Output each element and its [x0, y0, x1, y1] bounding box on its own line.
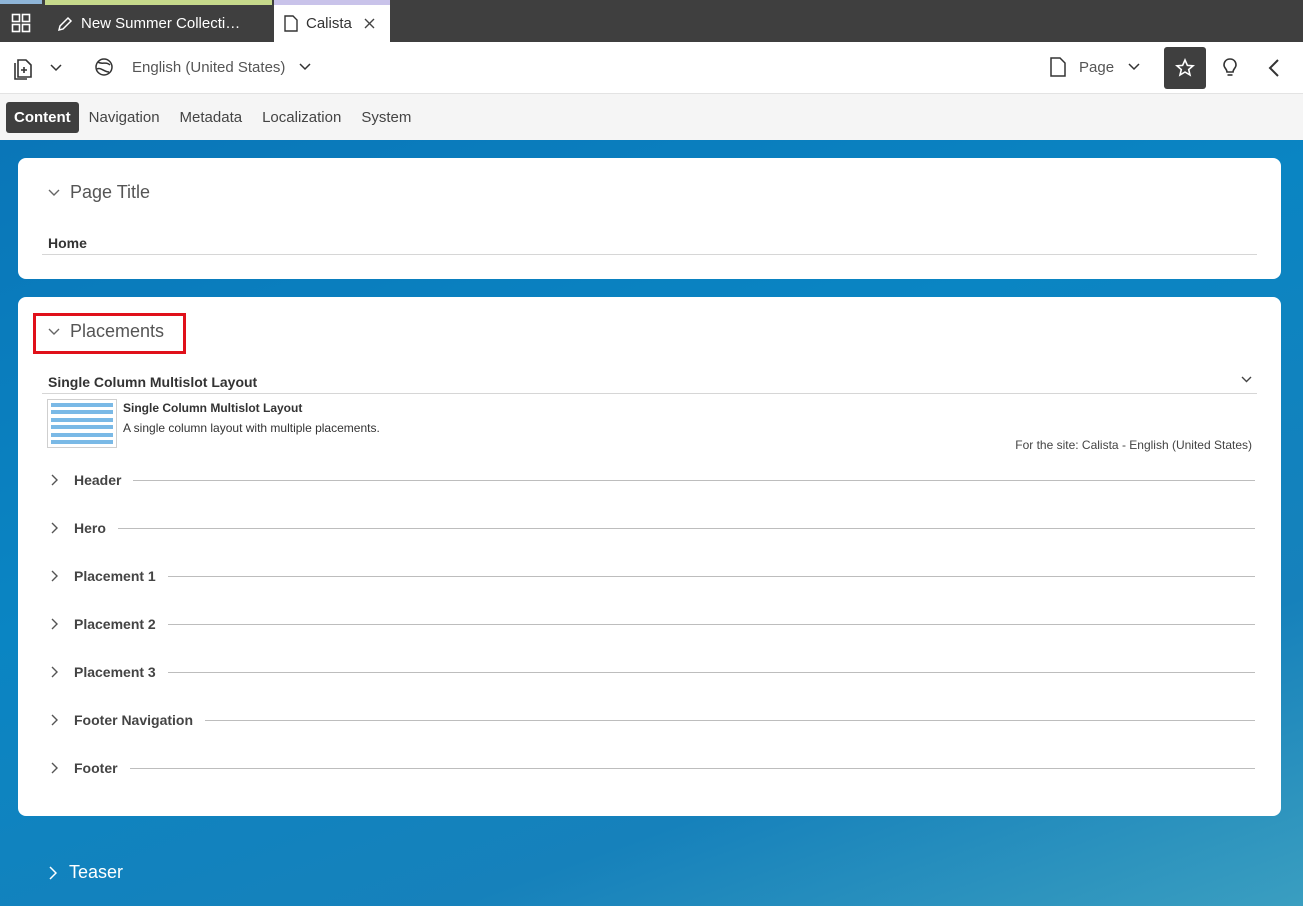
chevron-down-icon: [48, 189, 60, 197]
layout-select-chevron[interactable]: [1241, 376, 1252, 383]
layout-name: Single Column Multislot Layout: [123, 401, 303, 415]
doc-type-label: Page: [1079, 58, 1115, 76]
chevron-down-icon: [1128, 63, 1140, 71]
divider: [167, 623, 1255, 625]
placement-label: Hero: [74, 520, 106, 536]
language-selector[interactable]: English (United States): [94, 57, 311, 77]
chevron-right-icon: [50, 666, 66, 678]
page-icon: [1050, 57, 1066, 77]
page-title-section-toggle[interactable]: Page Title: [48, 182, 150, 203]
document-actions-button[interactable]: [12, 56, 62, 80]
tab-content[interactable]: Content: [6, 101, 79, 133]
section-heading: Teaser: [69, 862, 124, 882]
layout-description: A single column layout with multiple pla…: [123, 421, 380, 435]
document-icon: [284, 15, 298, 32]
placement-label: Header: [74, 472, 122, 488]
favorite-button[interactable]: [1164, 47, 1206, 89]
page-title-card: [18, 158, 1281, 279]
tab-label: Calista: [306, 15, 352, 32]
divider: [117, 527, 1255, 529]
tab-navigation[interactable]: Navigation: [79, 103, 170, 132]
placement-row-placement-3[interactable]: Placement 3: [50, 662, 1255, 682]
placement-label: Placement 1: [74, 568, 156, 584]
lightbulb-icon: [1223, 58, 1237, 76]
section-heading: Page Title: [70, 182, 151, 202]
apps-grid-button[interactable]: [0, 0, 42, 42]
placement-label: Placement 2: [74, 616, 156, 632]
document-toolbar: English (United States) Page: [0, 42, 1303, 94]
placement-row-footer[interactable]: Footer: [50, 758, 1255, 778]
divider: [42, 254, 1257, 255]
site-note: For the site: Calista - English (United …: [1015, 438, 1252, 452]
chevron-right-icon: [50, 762, 66, 774]
teaser-section-toggle[interactable]: Teaser: [48, 862, 123, 883]
tab-bar: New Summer Collecti… Calista: [0, 0, 1303, 42]
chevron-right-icon: [50, 474, 66, 486]
tab-system[interactable]: System: [351, 103, 421, 132]
chevron-down-icon: [1241, 376, 1252, 383]
placement-row-placement-2[interactable]: Placement 2: [50, 614, 1255, 634]
divider: [129, 767, 1255, 769]
collapse-panel-button[interactable]: [1268, 58, 1280, 78]
chevron-right-icon: [50, 570, 66, 582]
chevron-right-icon: [50, 618, 66, 630]
divider: [133, 479, 1255, 481]
placement-label: Footer: [74, 760, 118, 776]
placement-label: Footer Navigation: [74, 712, 194, 728]
tab-new-summer-collection[interactable]: New Summer Collecti…: [45, 0, 272, 42]
doc-type-selector[interactable]: Page: [1050, 57, 1140, 77]
divider: [167, 575, 1255, 577]
tab-localization[interactable]: Localization: [252, 103, 351, 132]
globe-icon: [95, 58, 113, 76]
document-copy-icon: [14, 59, 32, 80]
highlight-annotation: [33, 313, 186, 354]
layout-thumbnail: [47, 399, 117, 448]
placement-row-header[interactable]: Header: [50, 470, 1255, 490]
layout-select-value[interactable]: Single Column Multislot Layout: [48, 374, 257, 390]
divider: [42, 393, 1257, 394]
grid-icon: [11, 13, 31, 33]
close-icon[interactable]: [364, 18, 375, 29]
tab-metadata[interactable]: Metadata: [170, 103, 253, 132]
page-title-value[interactable]: Home: [48, 235, 87, 251]
placement-label: Placement 3: [74, 664, 156, 680]
chevron-right-icon: [48, 865, 57, 880]
chevron-left-icon: [1268, 59, 1279, 77]
placement-row-placement-1[interactable]: Placement 1: [50, 566, 1255, 586]
divider: [167, 671, 1255, 673]
language-label: English (United States): [132, 58, 286, 76]
chevron-down-icon: [50, 64, 62, 72]
placement-row-hero[interactable]: Hero: [50, 518, 1255, 538]
tab-calista[interactable]: Calista: [274, 0, 390, 42]
form-tabs: Content Navigation Metadata Localization…: [0, 94, 1303, 140]
divider: [205, 719, 1255, 721]
chevron-right-icon: [50, 522, 66, 534]
tips-button[interactable]: [1221, 57, 1239, 79]
chevron-down-icon: [299, 63, 311, 71]
chevron-right-icon: [50, 714, 66, 726]
placement-row-footer-navigation[interactable]: Footer Navigation: [50, 710, 1255, 730]
tab-label: New Summer Collecti…: [81, 15, 241, 32]
pencil-icon: [57, 16, 73, 32]
star-icon: [1175, 58, 1195, 77]
